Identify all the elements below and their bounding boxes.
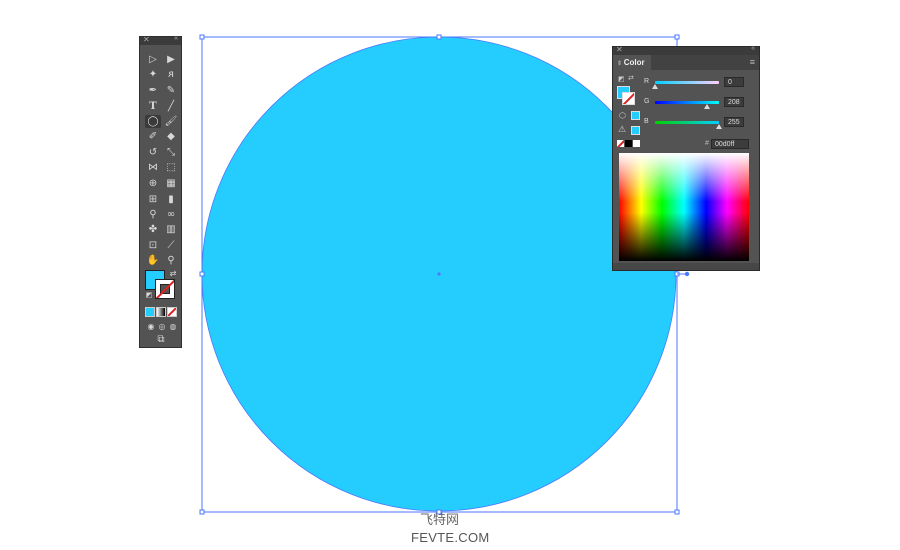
artboard-tool-icon[interactable]: ⊡ [145,239,161,252]
center-point[interactable] [437,272,441,276]
panel-menu-icon[interactable]: ≡ [750,57,755,67]
panel-resize-bar[interactable] [613,263,759,270]
mesh-tool-icon[interactable]: ⊞ [145,193,161,206]
paintbrush-tool-icon[interactable]: 🖌 [163,115,179,128]
channel-b-input[interactable]: 255 [724,117,744,127]
channel-b-thumb[interactable] [716,124,722,129]
gamut-color-swatch[interactable] [631,126,640,135]
screen-mode-icon[interactable]: ⧉ [153,333,169,346]
channel-g-thumb[interactable] [704,104,710,109]
pen-tool-icon[interactable]: ✒ [145,84,161,97]
channel-r-input[interactable]: 0 [724,77,744,87]
gradient-mode-button[interactable] [156,307,166,317]
swap-fill-stroke-icon[interactable]: ⇄ [165,267,181,280]
free-transform-tool-icon[interactable]: ⬚ [163,161,179,174]
none-swatch[interactable] [617,140,624,147]
column-graph-tool-icon[interactable]: ▥ [163,223,179,236]
black-swatch[interactable] [625,140,632,147]
channel-g-input[interactable]: 208 [724,97,744,107]
stroke-color-swatch[interactable] [155,279,175,299]
eraser-tool-icon[interactable]: ◆ [163,130,179,143]
channel-b-slider[interactable] [655,121,719,124]
close-icon[interactable]: ✕ [143,35,150,44]
gradient-tool-icon[interactable]: ▮ [163,193,179,206]
shaper-tool-icon[interactable]: ✐ [145,130,161,143]
updown-icon: ⇕ [617,61,624,67]
eyedropper-tool-icon[interactable]: ⚲ [145,208,161,221]
collapse-icon[interactable]: « [174,35,178,42]
watermark-url: FEVTE.COM [411,530,490,545]
symbol-sprayer-tool-icon[interactable]: ✤ [145,223,161,236]
width-tool-icon[interactable]: ⋈ [145,161,161,174]
white-swatch[interactable] [633,140,640,147]
default-fill-stroke-icon[interactable]: ◩ [618,75,625,83]
type-tool-icon[interactable]: T [145,100,161,113]
scale-tool-icon[interactable]: ⤡ [163,146,179,159]
color-panel: ✕ « ⇕ Color ≡ ◩ ⇄ ⬡ ⚠ R 0 G 208 B 255 # … [612,45,760,271]
tab-color-label: Color [623,58,645,67]
channel-g-label: G [644,98,650,105]
out-of-web-color-icon[interactable]: ⬡ [619,111,626,120]
hex-color-input[interactable]: 00d0ff [711,139,749,149]
hex-hash-label: # [705,140,709,147]
tools-panel-header: ✕ « [140,35,181,45]
web-color-swatch[interactable] [631,111,640,120]
panel-stroke-swatch[interactable] [622,92,635,105]
slice-tool-icon[interactable]: ⟋ [163,239,179,252]
channel-r-thumb[interactable] [652,84,658,89]
selection-tool-icon[interactable]: ▷ [145,53,161,66]
direct-selection-tool-icon[interactable]: ▶ [163,53,179,66]
perspective-grid-tool-icon[interactable]: ▦ [163,177,179,190]
color-mode-button[interactable] [145,307,155,317]
blend-tool-icon[interactable]: ∞ [163,208,179,221]
color-panel-tabbar: ⇕ Color ≡ [613,55,759,70]
tab-color[interactable]: ⇕ Color [613,55,651,70]
watermark-chinese: 飞特网 [420,513,460,528]
channel-b-label: B [644,118,649,125]
channel-r-label: R [644,78,650,85]
curvature-tool-icon[interactable]: ✎ [163,84,179,97]
default-colors-icon[interactable]: ◩ [141,289,157,302]
collapse-icon[interactable]: « [751,45,755,52]
draw-inside-icon[interactable]: ◍ [165,320,181,333]
swap-fill-stroke-icon[interactable]: ⇄ [628,74,634,82]
magic-wand-tool-icon[interactable]: ✦ [145,68,161,81]
lasso-tool-icon[interactable]: ᴙ [163,68,179,81]
color-panel-header: ✕ « [613,45,759,55]
out-of-gamut-warning-icon[interactable]: ⚠ [618,124,626,135]
zoom-tool-icon[interactable]: ⚲ [163,254,179,267]
line-segment-tool-icon[interactable]: ╱ [163,100,179,113]
channel-r-slider[interactable] [655,81,719,84]
shape-builder-tool-icon[interactable]: ⊕ [145,177,161,190]
rotate-tool-icon[interactable]: ↺ [145,146,161,159]
color-spectrum[interactable] [619,153,749,261]
none-mode-button[interactable] [167,307,177,317]
ellipse-tool-icon[interactable]: ◯ [145,115,161,128]
close-icon[interactable]: ✕ [616,45,623,54]
artboard-canvas[interactable] [0,0,900,550]
hand-tool-icon[interactable]: ✋ [145,254,161,267]
tools-panel: ✕ « ▷ ▶ ✦ ᴙ ✒ ✎ T ╱ ◯ 🖌 ✐ ◆ ↺ ⤡ ⋈ ⬚ ⊕ ▦ … [139,35,182,348]
